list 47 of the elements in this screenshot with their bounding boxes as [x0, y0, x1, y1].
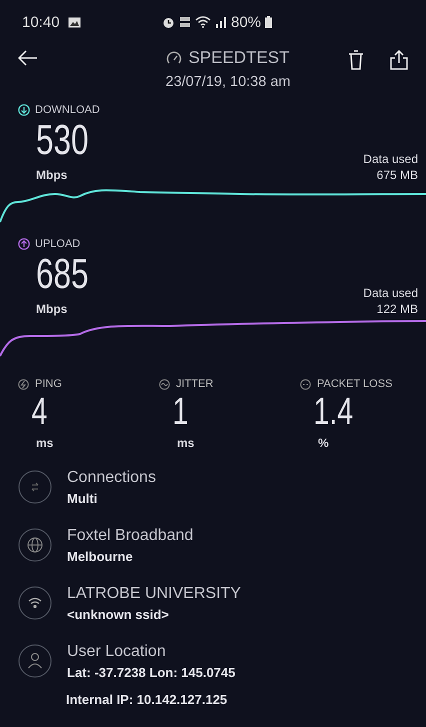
wave-icon: [159, 378, 170, 390]
stat-label: JITTER: [176, 378, 214, 390]
arrows-icon: [18, 470, 52, 504]
info-detail: <unknown ssid>: [67, 606, 170, 622]
test-label: UPLOAD: [35, 238, 80, 250]
stat-label: PACKET LOSS: [317, 378, 392, 390]
speed-value: 530: [36, 116, 89, 164]
speed-unit: Mbps: [36, 302, 68, 316]
data-used-label: Data used: [363, 152, 418, 166]
stat-unit: ms: [176, 436, 196, 450]
globe-icon: [18, 528, 52, 562]
info-title: User Location: [67, 642, 167, 660]
down-arrow-icon: [18, 104, 30, 116]
test-label: DOWNLOAD: [35, 104, 100, 116]
info-title: LATROBE UNIVERSITY: [67, 584, 241, 602]
data-used-value: 122 MB: [376, 302, 418, 316]
status-time: 10:40: [22, 14, 60, 30]
data-used-label: Data used: [363, 286, 418, 300]
stat-value: 1.4: [312, 390, 354, 434]
up-arrow-icon: [18, 238, 30, 250]
info-detail: Melbourne: [67, 548, 134, 564]
signal-icon: [215, 16, 227, 28]
speed-value: 685: [36, 250, 89, 298]
wifi-icon: [18, 586, 52, 620]
bolt-icon: [18, 378, 29, 390]
stat-unit: %: [317, 436, 330, 450]
info-title: Foxtel Broadband: [67, 526, 194, 544]
battery-level: 80%: [231, 14, 262, 30]
internal-ip: Internal IP: 10.142.127.125: [65, 692, 228, 707]
stat-value: 4: [30, 390, 48, 434]
stat-unit: ms: [35, 436, 54, 450]
speed-unit: Mbps: [36, 168, 68, 182]
alarm-icon: [162, 16, 175, 28]
person-icon: [18, 644, 52, 678]
test-date: 23/07/19, 10:38 am: [166, 74, 290, 90]
data-used-value: 675 MB: [376, 168, 418, 182]
info-detail: Multi: [67, 490, 98, 506]
info-title: Connections: [67, 468, 156, 486]
wifi-icon: [195, 16, 211, 28]
stat-label: PING: [35, 378, 62, 390]
image-icon: [68, 16, 81, 28]
info-detail: Lat: -37.7238 Lon: 145.0745: [67, 664, 236, 680]
stat-value: 1: [172, 390, 190, 434]
battery-icon: [265, 16, 272, 28]
gauge-icon: [166, 50, 182, 66]
app-title: SPEEDTEST: [188, 48, 290, 68]
dots-icon: [300, 378, 311, 390]
